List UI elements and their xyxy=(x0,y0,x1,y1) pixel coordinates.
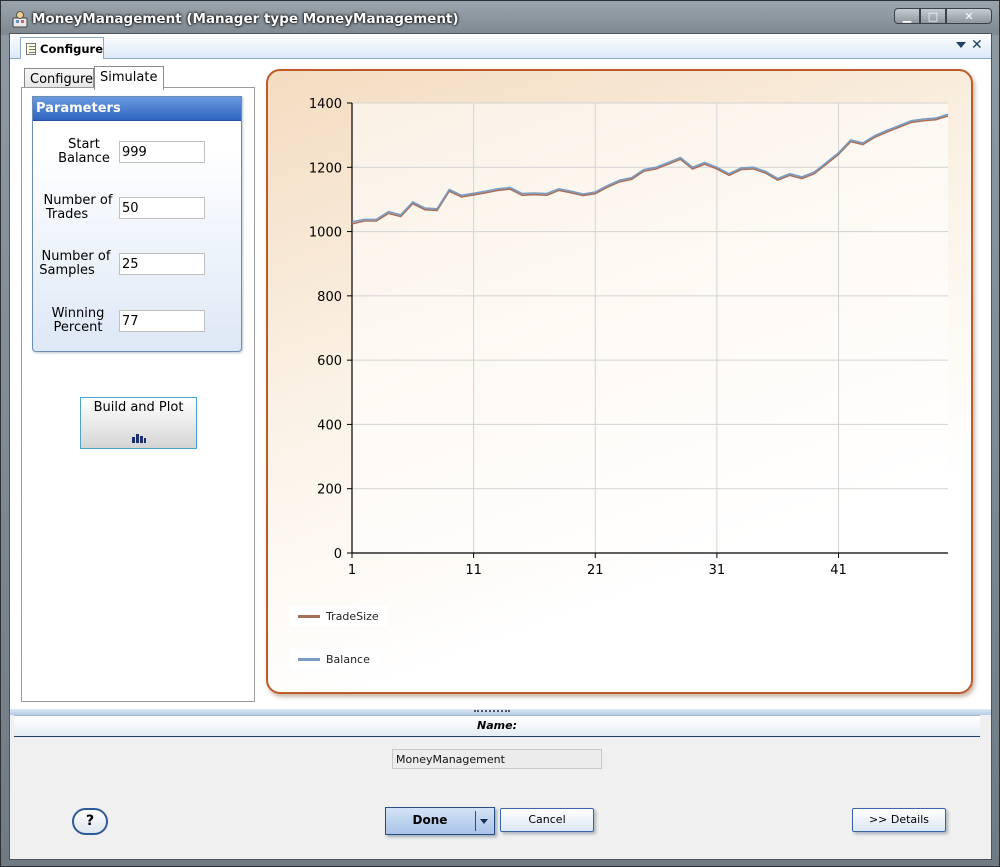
x-tick-label: 11 xyxy=(465,563,482,578)
legend-label-tradesize: TradeSize xyxy=(326,609,379,623)
chart-panel: 0 200 400 600 800 1000 1200 1400 1 11 21 31 41 Trade… xyxy=(266,69,973,694)
document-tab-configure[interactable]: Configure xyxy=(20,37,104,59)
done-dropdown-icon[interactable] xyxy=(480,819,488,824)
app-window: MoneyManagement (Manager type MoneyManag… xyxy=(0,0,1000,867)
legend-label-balance: Balance xyxy=(326,652,370,666)
balance-swatch xyxy=(298,657,320,661)
done-button[interactable]: Done xyxy=(385,807,495,835)
name-field[interactable]: MoneyManagement xyxy=(392,749,602,769)
x-tick-label: 31 xyxy=(709,563,726,578)
winning-percent-input[interactable]: 77 xyxy=(119,310,205,332)
app-icon xyxy=(12,11,28,28)
details-button[interactable]: >> Details xyxy=(852,808,946,832)
legend-item-tradesize: TradeSize xyxy=(290,606,388,626)
winning-percent-label: Winning Percent xyxy=(51,306,105,335)
build-and-plot-label: Build and Plot xyxy=(93,400,184,415)
number-of-trades-input[interactable]: 50 xyxy=(119,197,205,219)
maximize-button[interactable]: □ xyxy=(920,8,946,24)
help-button[interactable]: ? xyxy=(72,808,108,835)
start-balance-label: Start Balance xyxy=(58,137,110,166)
number-of-samples-input[interactable]: 25 xyxy=(119,253,205,275)
tab-dropdown-icon[interactable] xyxy=(956,42,966,48)
build-and-plot-button[interactable]: Build and Plot xyxy=(80,397,197,449)
client-area: Configure ✕ Configure Simulate Parameter… xyxy=(9,33,992,860)
y-tick-label: 600 xyxy=(317,354,342,369)
y-tick-label: 800 xyxy=(317,290,342,305)
y-tick-label: 0 xyxy=(334,547,342,562)
name-header: Name: xyxy=(14,715,980,737)
done-separator xyxy=(475,811,476,831)
y-tick-label: 1000 xyxy=(309,226,342,241)
balance-line-chart: 02004006008001000120014001 11 21 31 41 xyxy=(309,97,949,578)
y-tick-label: 1200 xyxy=(309,161,342,176)
splitter-grip-icon[interactable] xyxy=(474,710,510,712)
document-body: Configure Simulate Parameters Start Balan… xyxy=(10,59,991,709)
y-tick-label: 200 xyxy=(317,483,342,498)
y-tick-label: 1400 xyxy=(309,97,342,112)
close-document-icon[interactable]: ✕ xyxy=(971,37,983,53)
document-icon xyxy=(26,42,37,55)
tradesize-swatch xyxy=(298,614,320,618)
y-tick-label: 400 xyxy=(317,418,342,433)
document-tabstrip: Configure ✕ xyxy=(10,34,991,59)
number-of-samples-label: Number of Samples xyxy=(39,249,111,278)
start-balance-input[interactable]: 999 xyxy=(119,141,205,163)
tab-simulate[interactable]: Simulate xyxy=(94,66,164,90)
window-title: MoneyManagement (Manager type MoneyManag… xyxy=(32,11,459,27)
x-tick-label: 1 xyxy=(348,563,356,578)
close-window-button[interactable]: ✕ xyxy=(946,8,992,24)
parameters-header: Parameters xyxy=(33,97,241,121)
document-tab-label: Configure xyxy=(40,41,103,56)
minimize-button[interactable]: ▁ xyxy=(894,8,920,24)
bar-chart-icon xyxy=(132,434,146,443)
x-tick-label: 41 xyxy=(830,563,847,578)
parameters-group: Parameters Start Balance 999 Number of Tra… xyxy=(32,96,242,352)
title-bar[interactable]: MoneyManagement (Manager type MoneyManag… xyxy=(1,1,999,35)
number-of-trades-label: Number of Trades xyxy=(43,193,113,222)
done-label: Done xyxy=(412,813,448,827)
cancel-button[interactable]: Cancel xyxy=(500,808,594,832)
window-controls: ▁ □ ✕ xyxy=(894,8,992,24)
x-tick-label: 21 xyxy=(587,563,604,578)
legend-item-balance: Balance xyxy=(290,649,380,669)
